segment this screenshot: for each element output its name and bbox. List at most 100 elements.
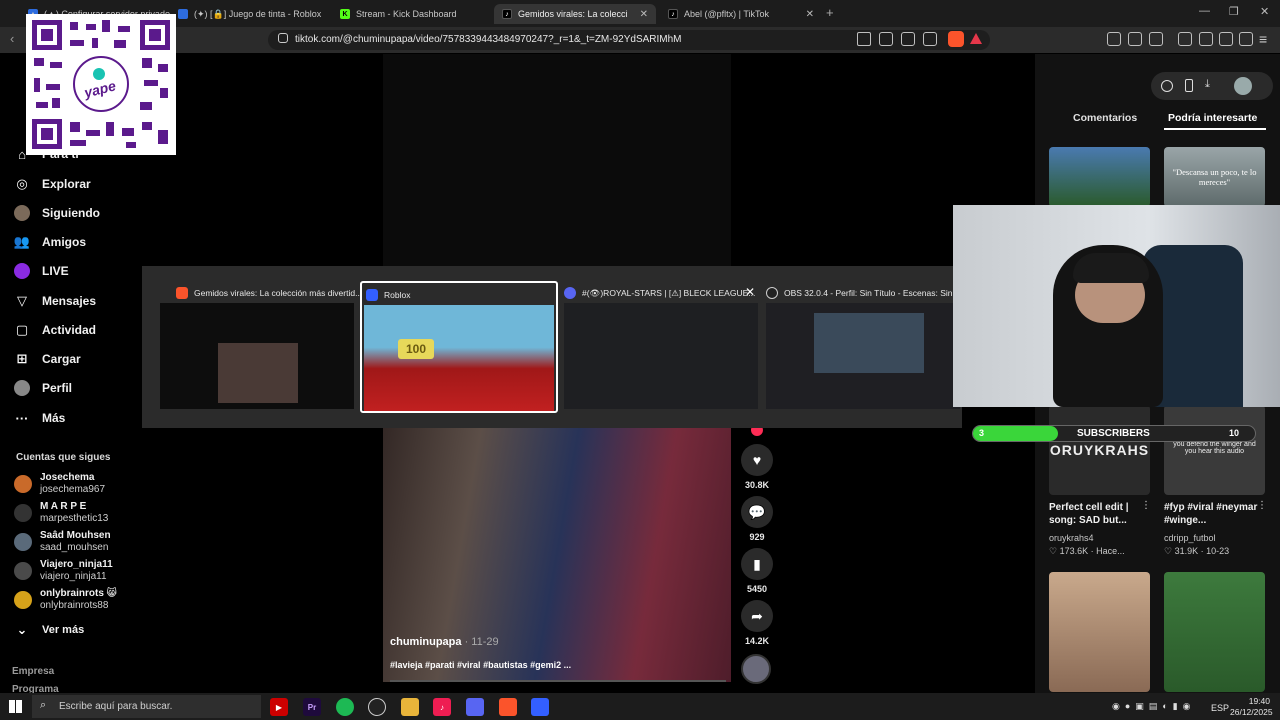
nav-siguiendo[interactable]: Siguiendo: [14, 205, 100, 221]
profile-avatar[interactable]: [1234, 77, 1252, 95]
media-icon[interactable]: [1178, 32, 1192, 46]
minimize-icon[interactable]: —: [1199, 5, 1210, 17]
webcam-overlay: [953, 205, 1280, 407]
share-button[interactable]: ➦ 14.2K: [741, 600, 773, 646]
language-indicator[interactable]: ESP: [1211, 703, 1229, 713]
suggested-thumb-4[interactable]: you defend the winger and you hear this …: [1164, 405, 1265, 495]
download-icon[interactable]: ⤓: [1205, 78, 1210, 91]
nav-live[interactable]: LIVE: [14, 263, 69, 279]
following-item[interactable]: onlybrainrots 😸 onlybrainrots88: [14, 588, 117, 612]
video-hashtags[interactable]: #lavieja #parati #viral #bautistas #gemi…: [390, 660, 571, 670]
wallet-icon[interactable]: [1219, 32, 1233, 46]
suggested-caption[interactable]: #fyp #viral #neymar #winge...: [1164, 501, 1259, 527]
suggested-user[interactable]: cdripp_futbol: [1164, 533, 1216, 543]
translate-icon[interactable]: [901, 32, 915, 46]
menu-icon[interactable]: ≡: [1259, 31, 1267, 47]
nav-mensajes[interactable]: ▽ Mensajes: [14, 293, 96, 309]
video-separator: ·: [461, 636, 472, 648]
downloads-icon[interactable]: [1149, 32, 1163, 46]
more-options-icon[interactable]: ⋮: [1257, 500, 1267, 511]
bookmark-button[interactable]: ▮ 5450: [741, 548, 773, 594]
suggested-thumb-2[interactable]: "Descansa un poco, te lo mereces": [1164, 147, 1265, 207]
tab-podria-interesarte[interactable]: Podría interesarte: [1168, 112, 1257, 124]
tab-comentarios[interactable]: Comentarios: [1073, 112, 1137, 124]
roblox-sign: 100: [398, 339, 434, 359]
windows-start-icon[interactable]: [9, 700, 22, 713]
suggested-thumb-5[interactable]: [1049, 572, 1150, 692]
more-options-icon[interactable]: ⋮: [1141, 500, 1151, 511]
maximize-icon[interactable]: ❐: [1229, 5, 1239, 18]
mute-icon[interactable]: [857, 32, 871, 46]
switcher-window-roblox[interactable]: Roblox 100: [360, 281, 558, 413]
close-window-preview-icon[interactable]: ✕: [745, 285, 755, 299]
video-author-line[interactable]: chuminupapa · 11-29: [390, 636, 499, 648]
site-settings-icon[interactable]: [278, 33, 288, 43]
nav-actividad[interactable]: ▢ Actividad: [14, 322, 96, 338]
following-item[interactable]: M A R P Emarpesthetic13: [14, 501, 108, 525]
like-button[interactable]: ♥ 30.8K: [741, 444, 773, 490]
comment-button[interactable]: 💬 929: [741, 496, 773, 542]
compass-small-icon[interactable]: [1161, 80, 1173, 92]
pip-icon[interactable]: [879, 32, 893, 46]
switcher-window-brave[interactable]: Gemidos virales: La colección más divert…: [158, 281, 362, 413]
following-item[interactable]: Saâd Mouhsen saad_mouhsen: [14, 530, 111, 554]
back-icon[interactable]: ‹: [10, 31, 14, 46]
video-author[interactable]: chuminupapa: [390, 636, 462, 648]
clock[interactable]: 19:40 26/12/2025: [1230, 696, 1273, 718]
suggested-thumb-1[interactable]: [1049, 147, 1150, 207]
suggested-user[interactable]: oruykrahs4: [1049, 533, 1094, 543]
live-icon: [14, 263, 30, 279]
bookmark-icon: ▮: [741, 548, 773, 580]
footer-link-empresa[interactable]: Empresa: [12, 666, 54, 677]
spotify-icon[interactable]: [336, 698, 354, 716]
taskbar-search[interactable]: ⌕ Escribe aquí para buscar.: [32, 695, 261, 718]
following-item[interactable]: Viajero_ninja11 viajero_ninja11: [14, 559, 113, 583]
share-page-icon[interactable]: [923, 32, 937, 46]
music-disc-avatar[interactable]: [741, 654, 771, 684]
switcher-window-obs[interactable]: OBS 32.0.4 - Perfil: Sin Título - Escena…: [764, 281, 962, 413]
suggested-caption[interactable]: Perfect cell edit | song: SAD but...: [1049, 501, 1139, 527]
tiktok-taskbar-icon[interactable]: ♪: [433, 698, 451, 716]
brave-shields-icon[interactable]: [948, 31, 964, 47]
nav-amigos[interactable]: 👥 Amigos: [14, 234, 86, 250]
switcher-window-discord[interactable]: #(👁)ROYAL-STARS | [⚠] BLECK LEAGUE... ✕: [562, 281, 760, 413]
close-window-icon[interactable]: ✕: [1260, 5, 1269, 18]
sidebar-toggle-icon[interactable]: [1199, 32, 1213, 46]
youtube-icon[interactable]: ▶: [270, 698, 288, 716]
vpn-icon[interactable]: [1239, 32, 1253, 46]
suggested-thumb-6[interactable]: [1164, 572, 1265, 692]
brave-rewards-icon[interactable]: [970, 33, 982, 44]
tab-roblox-game[interactable]: (✦) [🔒] Juego de tinta - Roblox: [170, 4, 330, 24]
premiere-icon[interactable]: Pr: [303, 698, 321, 716]
extensions-icon[interactable]: [1107, 32, 1121, 46]
avatar: [14, 475, 32, 493]
discord-taskbar-icon[interactable]: [466, 698, 484, 716]
tab-kick-dashboard[interactable]: K Stream - Kick Dashboard: [332, 4, 492, 24]
close-tab-icon[interactable]: ✕: [806, 9, 814, 20]
nav-perfil[interactable]: Perfil: [14, 380, 72, 396]
streamer-hair: [1073, 253, 1149, 283]
share-icon: ➦: [741, 600, 773, 632]
nav-mas[interactable]: ··· Más: [14, 410, 66, 426]
brave-taskbar-icon[interactable]: [499, 698, 517, 716]
goal-label: SUBSCRIBERS: [1077, 428, 1150, 439]
phone-icon[interactable]: [1185, 79, 1193, 92]
nav-explorar[interactable]: ◎ Explorar: [14, 176, 90, 192]
video-progress-bar[interactable]: [390, 680, 726, 682]
system-tray-icons[interactable]: ◉●▣▤◐▮◉: [1112, 701, 1196, 712]
discord-icon: [564, 287, 576, 299]
friends-icon: 👥: [13, 234, 31, 249]
tab-tiktok-video[interactable]: ♪ Gemidos virales: La colecci ✕: [494, 4, 656, 24]
screenshot-icon[interactable]: [1128, 32, 1142, 46]
see-more-button[interactable]: ⌄ Ver más: [14, 622, 85, 638]
obs-taskbar-icon[interactable]: [368, 698, 386, 716]
tab-tiktok-profile[interactable]: ♪ Abel (@pfltx) | TikTok ✕: [660, 4, 822, 24]
suggested-thumb-3[interactable]: ORUYKRAHS: [1049, 405, 1150, 495]
roblox-taskbar-icon[interactable]: [531, 698, 549, 716]
roblox-icon: [366, 289, 378, 301]
file-explorer-icon[interactable]: [401, 698, 419, 716]
close-tab-icon[interactable]: ✕: [640, 9, 648, 20]
nav-cargar[interactable]: ⊞ Cargar: [14, 351, 81, 367]
new-tab-button[interactable]: +: [826, 5, 834, 20]
following-item[interactable]: Josechema josechema967: [14, 472, 105, 496]
